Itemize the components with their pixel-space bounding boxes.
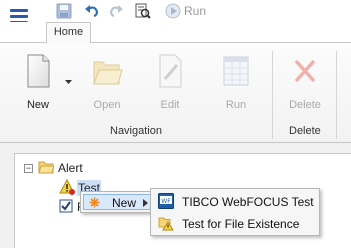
navigation-group-label: Navigation [110, 125, 162, 137]
edit-button[interactable]: Edit [145, 53, 195, 111]
new-submenu: WF TIBCO WebFOCUS Test Test for File Exi… [150, 188, 320, 236]
new-star-icon [89, 197, 100, 208]
group-divider-right [336, 51, 337, 139]
alert-test-icon [59, 179, 75, 195]
quick-run-label[interactable]: Run [184, 4, 206, 18]
delete-group-label: Delete [289, 125, 321, 137]
delete-x-icon [294, 59, 316, 83]
edit-document-icon [159, 54, 182, 88]
edit-button-label: Edit [160, 99, 180, 111]
context-menu: New [80, 191, 154, 213]
ribbon: New Open Edit Run Navigation Delete Dele… [0, 42, 351, 143]
run-button-label: Run [225, 99, 247, 111]
undo-icon[interactable] [84, 3, 100, 19]
delete-button[interactable]: Delete [280, 53, 330, 111]
svg-text:WF: WF [161, 198, 171, 205]
new-document-icon [27, 54, 50, 88]
run-icon[interactable] [165, 3, 181, 19]
new-dropdown-arrow-icon[interactable] [65, 80, 72, 85]
submenu-file-existence-test[interactable]: Test for File Existence [182, 213, 299, 235]
new-button-label: New [26, 99, 49, 111]
webfocus-test-icon: WF [158, 193, 174, 209]
submenu-arrow-icon [143, 199, 148, 207]
run-button[interactable]: Run [211, 53, 261, 111]
collapse-toggle-icon[interactable]: − [24, 164, 33, 173]
tab-home[interactable]: Home [46, 22, 91, 43]
new-button[interactable]: New [13, 53, 63, 111]
tree-node-alert[interactable]: Alert [58, 160, 83, 176]
group-divider [272, 51, 273, 139]
submenu-webfocus-test[interactable]: TIBCO WebFOCUS Test [182, 191, 314, 213]
quick-access-toolbar: Run [0, 0, 351, 24]
preview-icon[interactable] [135, 3, 151, 19]
redo-icon[interactable] [108, 3, 124, 19]
open-button[interactable]: Open [82, 53, 132, 111]
run-report-icon [223, 56, 249, 86]
context-menu-new-label: New [112, 196, 137, 210]
save-icon[interactable] [56, 3, 72, 19]
open-button-label: Open [93, 99, 121, 111]
delete-button-label: Delete [289, 99, 321, 111]
open-folder-icon [93, 61, 123, 85]
folder-icon [38, 161, 54, 174]
checked-test-icon [59, 199, 73, 213]
file-existence-test-icon [158, 217, 174, 231]
